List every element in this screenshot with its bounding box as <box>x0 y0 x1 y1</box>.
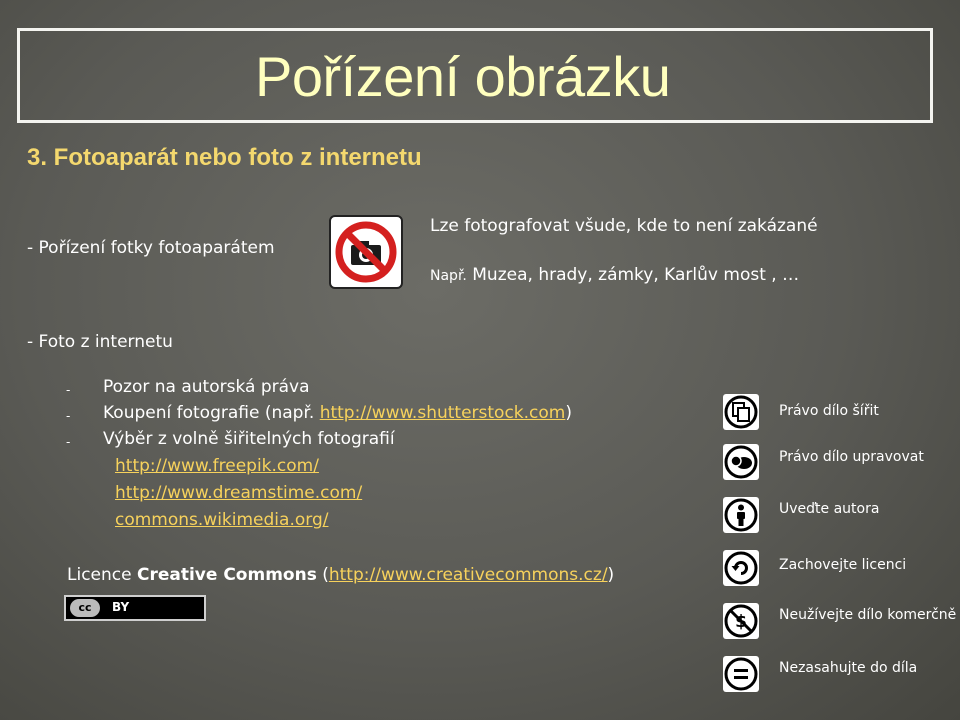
by-label: BY <box>112 600 130 614</box>
bullet-free-photos: Výběr z volně šiřitelných fotografií <box>103 429 395 449</box>
dreamstime-link[interactable]: http://www.dreamstime.com/ <box>115 483 362 503</box>
no-camera-sign-icon <box>329 215 403 289</box>
creativecommons-link[interactable]: http://www.creativecommons.cz/ <box>329 565 608 585</box>
wikimedia-link[interactable]: commons.wikimedia.org/ <box>115 510 328 530</box>
legend-label-no-derivatives: Nezasahujte do díla <box>779 660 918 676</box>
bullet-dash: - <box>66 383 71 397</box>
bullet-dash: - <box>66 435 71 449</box>
legend-label-non-commercial: Neužívejte dílo komerčně <box>779 607 957 623</box>
cc-logo-icon: cc <box>70 599 100 617</box>
slide-subtitle: 3. Fotoaparát nebo foto z internetu <box>27 144 422 171</box>
cc-by-badge: cc BY <box>64 595 206 621</box>
camera-example: Např. Muzea, hrady, zámky, Karlův most ,… <box>430 265 799 285</box>
share-icon <box>723 394 759 430</box>
legend-label-attribution: Uveďte autora <box>779 501 880 517</box>
camera-main-text: Lze fotografovat všude, kde to není zaká… <box>430 216 818 236</box>
attribution-icon <box>723 497 759 533</box>
license-line: Licence Creative Commons (http://www.cre… <box>67 565 614 585</box>
bullet-buy-photo: Koupení fotografie (např. http://www.shu… <box>103 403 572 423</box>
camera-label: - Pořízení fotky fotoaparátem <box>27 238 275 258</box>
non-commercial-icon: $ <box>723 603 759 639</box>
slide-title: Pořízení obrázku <box>255 45 671 108</box>
license-name: Creative Commons <box>136 565 317 585</box>
bullet-text: Koupení fotografie (např. <box>103 403 320 423</box>
example-prefix: Např. <box>430 268 467 284</box>
license-open: ( <box>316 565 329 585</box>
license-close: ) <box>607 565 615 585</box>
internet-heading: - Foto z internetu <box>27 332 173 352</box>
no-derivatives-icon <box>723 656 759 692</box>
legend-label-remix: Právo dílo upravovat <box>779 449 924 465</box>
remix-icon <box>723 444 759 480</box>
legend-label-share: Právo dílo šířit <box>779 403 879 419</box>
share-alike-icon <box>723 550 759 586</box>
bullet-dash: - <box>66 409 71 423</box>
bullet-text-close: ) <box>565 403 572 423</box>
shutterstock-link[interactable]: http://www.shutterstock.com <box>320 403 566 423</box>
bullet-copyright: Pozor na autorská práva <box>103 377 310 397</box>
example-text: Muzea, hrady, zámky, Karlův most , … <box>466 265 800 285</box>
license-prefix: Licence <box>67 565 137 585</box>
freepik-link[interactable]: http://www.freepik.com/ <box>115 456 319 476</box>
legend-label-share-alike: Zachovejte licenci <box>779 557 907 573</box>
